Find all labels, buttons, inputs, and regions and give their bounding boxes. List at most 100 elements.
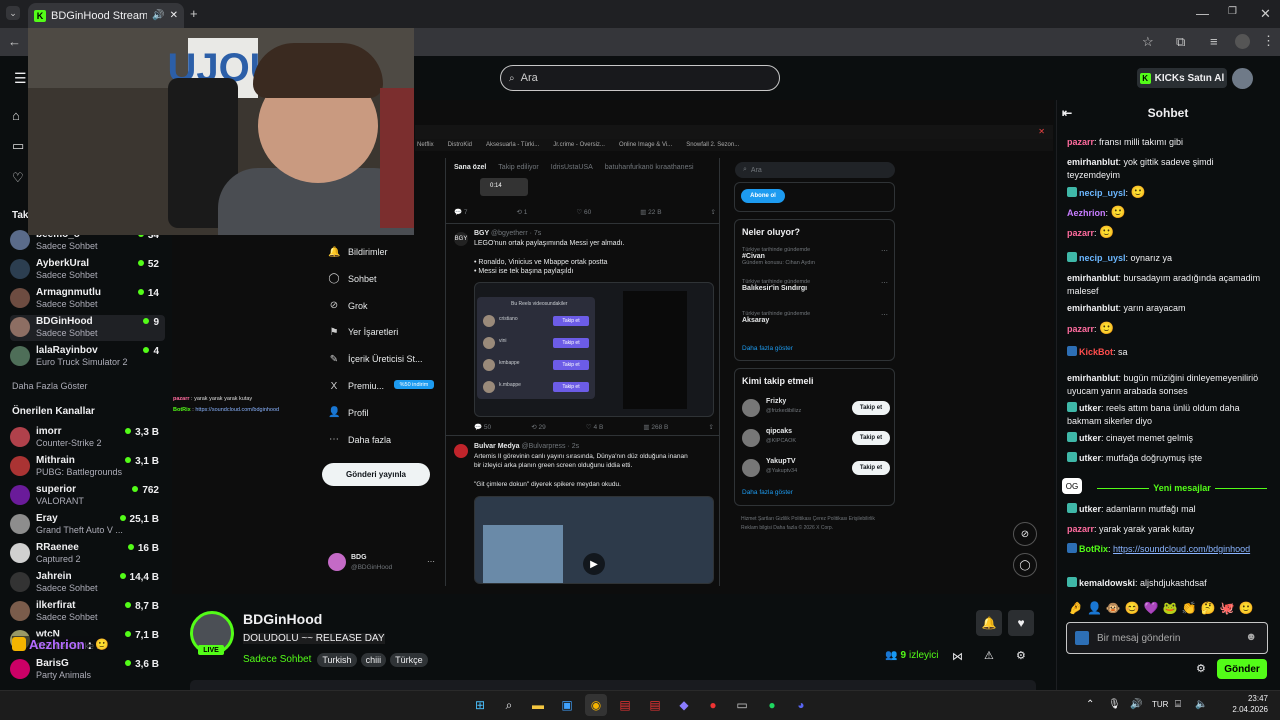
volume-tray-icon[interactable]: 🔊: [1130, 699, 1142, 710]
chat-message: pazarr: fransı milli takımı gibi: [1067, 137, 1184, 147]
bookmark-star-icon[interactable]: ☆: [1142, 34, 1154, 50]
terminal-icon[interactable]: ▭: [731, 694, 753, 716]
sidebar-channel[interactable]: imorr Counter-Strike 2 3,3 B: [10, 425, 165, 451]
tab-search-icon[interactable]: ⌄: [6, 6, 20, 20]
search-input[interactable]: ⌕ Ara: [500, 65, 780, 91]
chat-username[interactable]: utker: [1079, 453, 1101, 463]
browser-tab[interactable]: K BDGinHood Stream - Watc 🔊 ✕: [28, 3, 184, 28]
category-link[interactable]: Sadece Sohbet: [243, 654, 311, 665]
chat-username[interactable]: kemaldowski: [1079, 578, 1135, 588]
chat-input[interactable]: Bir mesaj gönderin ☻: [1066, 622, 1268, 654]
who-item: YakupTV @Yakuptv34 Takip et: [742, 457, 892, 481]
chat-username[interactable]: BotRix: [1079, 544, 1108, 554]
photos-icon[interactable]: ▣: [556, 694, 578, 716]
share-icon[interactable]: ⋈: [952, 650, 963, 663]
file-explorer-icon[interactable]: ▬: [527, 694, 549, 716]
chat-username[interactable]: emirhanblut: [1067, 273, 1119, 283]
nav-item-label: İçerik Üreticisi St...: [348, 354, 423, 365]
streamer-name[interactable]: BDGinHood: [243, 611, 322, 627]
sidebar-channel[interactable]: Eray Grand Theft Auto V ... 25,1 B: [10, 512, 165, 538]
emote-bar[interactable]: 🤌 👤 🐵 😊 💜 🐸 👏 🤔 🐙 🙂: [1068, 601, 1268, 619]
chat-username[interactable]: necip_uysl: [1079, 188, 1126, 198]
notification-bell-button[interactable]: 🔔: [976, 610, 1002, 636]
start-icon[interactable]: ⊞: [469, 694, 491, 716]
tab-close-icon[interactable]: ✕: [170, 10, 178, 21]
tweet-text: bir izleyici arka planın green screen ol…: [474, 462, 633, 469]
chat-username[interactable]: emirhanblut: [1067, 157, 1119, 167]
spotify-icon[interactable]: ●: [761, 694, 783, 716]
reading-list-icon[interactable]: ≡: [1210, 34, 1218, 49]
chat-username[interactable]: utker: [1079, 433, 1101, 443]
send-button[interactable]: Gönder: [1217, 659, 1267, 679]
collapse-chat-icon[interactable]: ⇤: [1062, 106, 1072, 120]
channel-category: Sadece Sohbet: [36, 328, 98, 338]
sidebar-channel[interactable]: AyberkUral Sadece Sohbet 52: [10, 257, 165, 283]
stream-tag[interactable]: Turkish: [317, 653, 357, 667]
chrome-icon[interactable]: ◉: [585, 694, 607, 716]
chat-username[interactable]: pazarr: [1067, 324, 1094, 334]
emote-icon: 💜: [1143, 601, 1159, 615]
buy-kicks-button[interactable]: K KICKs Satın Al: [1137, 68, 1227, 88]
extensions-icon[interactable]: ⧉: [1176, 34, 1185, 50]
chat-username[interactable]: pazarr: [1067, 228, 1094, 238]
tray-chevron-icon[interactable]: ⌃: [1086, 699, 1094, 710]
sidebar-channel[interactable]: lalaRayinbov Euro Truck Simulator 2 4: [10, 344, 165, 370]
obs-icon[interactable]: ●: [702, 694, 724, 716]
maximize-icon[interactable]: ❐: [1228, 6, 1237, 17]
sidebar-channel[interactable]: Armagnmutlu Sadece Sohbet 14: [10, 286, 165, 312]
speaker-icon[interactable]: 🔊: [152, 10, 164, 21]
voicemeeter-icon[interactable]: ▤: [614, 694, 636, 716]
hamburger-icon[interactable]: ☰: [14, 70, 27, 87]
tweet-avatar: BGY: [454, 232, 468, 246]
channel-name: lalaRayinbov: [36, 345, 98, 356]
report-icon[interactable]: ⚠: [984, 649, 994, 662]
window-close-icon[interactable]: ✕: [1260, 6, 1271, 22]
emoji-icon[interactable]: ☻: [1245, 631, 1257, 643]
language-indicator[interactable]: TUR: [1152, 700, 1168, 709]
back-icon[interactable]: ←: [8, 34, 21, 49]
captured-browser-toolbar: ✕: [415, 125, 1053, 139]
user-avatar[interactable]: [1232, 68, 1253, 89]
network-icon[interactable]: ⌸: [1175, 699, 1181, 710]
who-avatar: [742, 399, 760, 417]
sidebar-channel[interactable]: superior VALORANT 762: [10, 483, 165, 509]
chat-username[interactable]: pazarr: [1067, 137, 1094, 147]
app-icon[interactable]: ◆: [673, 694, 695, 716]
stream-tag[interactable]: Türkçe: [390, 653, 428, 667]
sidebar-channel[interactable]: ilkerfirat Sadece Sohbet 8,7 B: [10, 599, 165, 625]
chat-username[interactable]: KickBot: [1079, 347, 1113, 357]
chat-username[interactable]: utker: [1079, 403, 1101, 413]
chat-username[interactable]: utker: [1079, 504, 1101, 514]
search-icon: ⌕: [743, 166, 747, 173]
clock-date[interactable]: 2.04.2026: [1218, 705, 1268, 714]
sidebar-channel[interactable]: BDGinHood Sadece Sohbet 9: [10, 315, 165, 341]
chat-username[interactable]: emirhanblut: [1067, 373, 1119, 383]
voicemeeter2-icon[interactable]: ▤: [644, 694, 666, 716]
chat-settings-icon[interactable]: ⚙: [1196, 662, 1206, 675]
search-icon[interactable]: ⌕: [498, 694, 520, 716]
discord-icon[interactable]: ◕: [790, 694, 812, 716]
menu-kebab-icon[interactable]: ⋮: [1262, 33, 1275, 49]
chat-username[interactable]: necip_uysl: [1079, 253, 1126, 263]
sidebar-channel[interactable]: Jahrein Sadece Sohbet 14,4 B: [10, 570, 165, 596]
tweet-text: "Git çimlere dokun" diyerek spikere meyd…: [474, 481, 621, 488]
clock-time[interactable]: 23:47: [1232, 694, 1268, 703]
chat-username[interactable]: emirhanblut: [1067, 303, 1119, 313]
follow-heart-button[interactable]: ♥: [1008, 610, 1034, 636]
chat-username[interactable]: pazarr: [1067, 524, 1094, 534]
new-tab-icon[interactable]: +: [190, 6, 198, 21]
speaker-icon[interactable]: 🔈: [1195, 699, 1207, 710]
stream-tag[interactable]: chiii: [360, 653, 387, 667]
person-name: cristiano: [499, 316, 518, 322]
sidebar-channel[interactable]: Mithrain PUBG: Battlegrounds 3,1 B: [10, 454, 165, 480]
chat-username[interactable]: Aezhrion: [1067, 208, 1106, 218]
show-more-link[interactable]: Daha Fazla Göster: [12, 381, 88, 391]
user-settings-icon[interactable]: ⚙: [1016, 649, 1026, 662]
sidebar-channel[interactable]: BarisG Party Animals 3,6 B: [10, 657, 165, 683]
sidebar-channel[interactable]: RRaenee Captured 2 16 B: [10, 541, 165, 567]
mic-icon[interactable]: 🎙: [1108, 699, 1121, 710]
minimize-icon[interactable]: —: [1196, 6, 1209, 21]
person-avatar: [483, 337, 495, 349]
trends-show-more: Daha fazla göster: [742, 345, 793, 352]
profile-icon[interactable]: [1235, 34, 1250, 49]
